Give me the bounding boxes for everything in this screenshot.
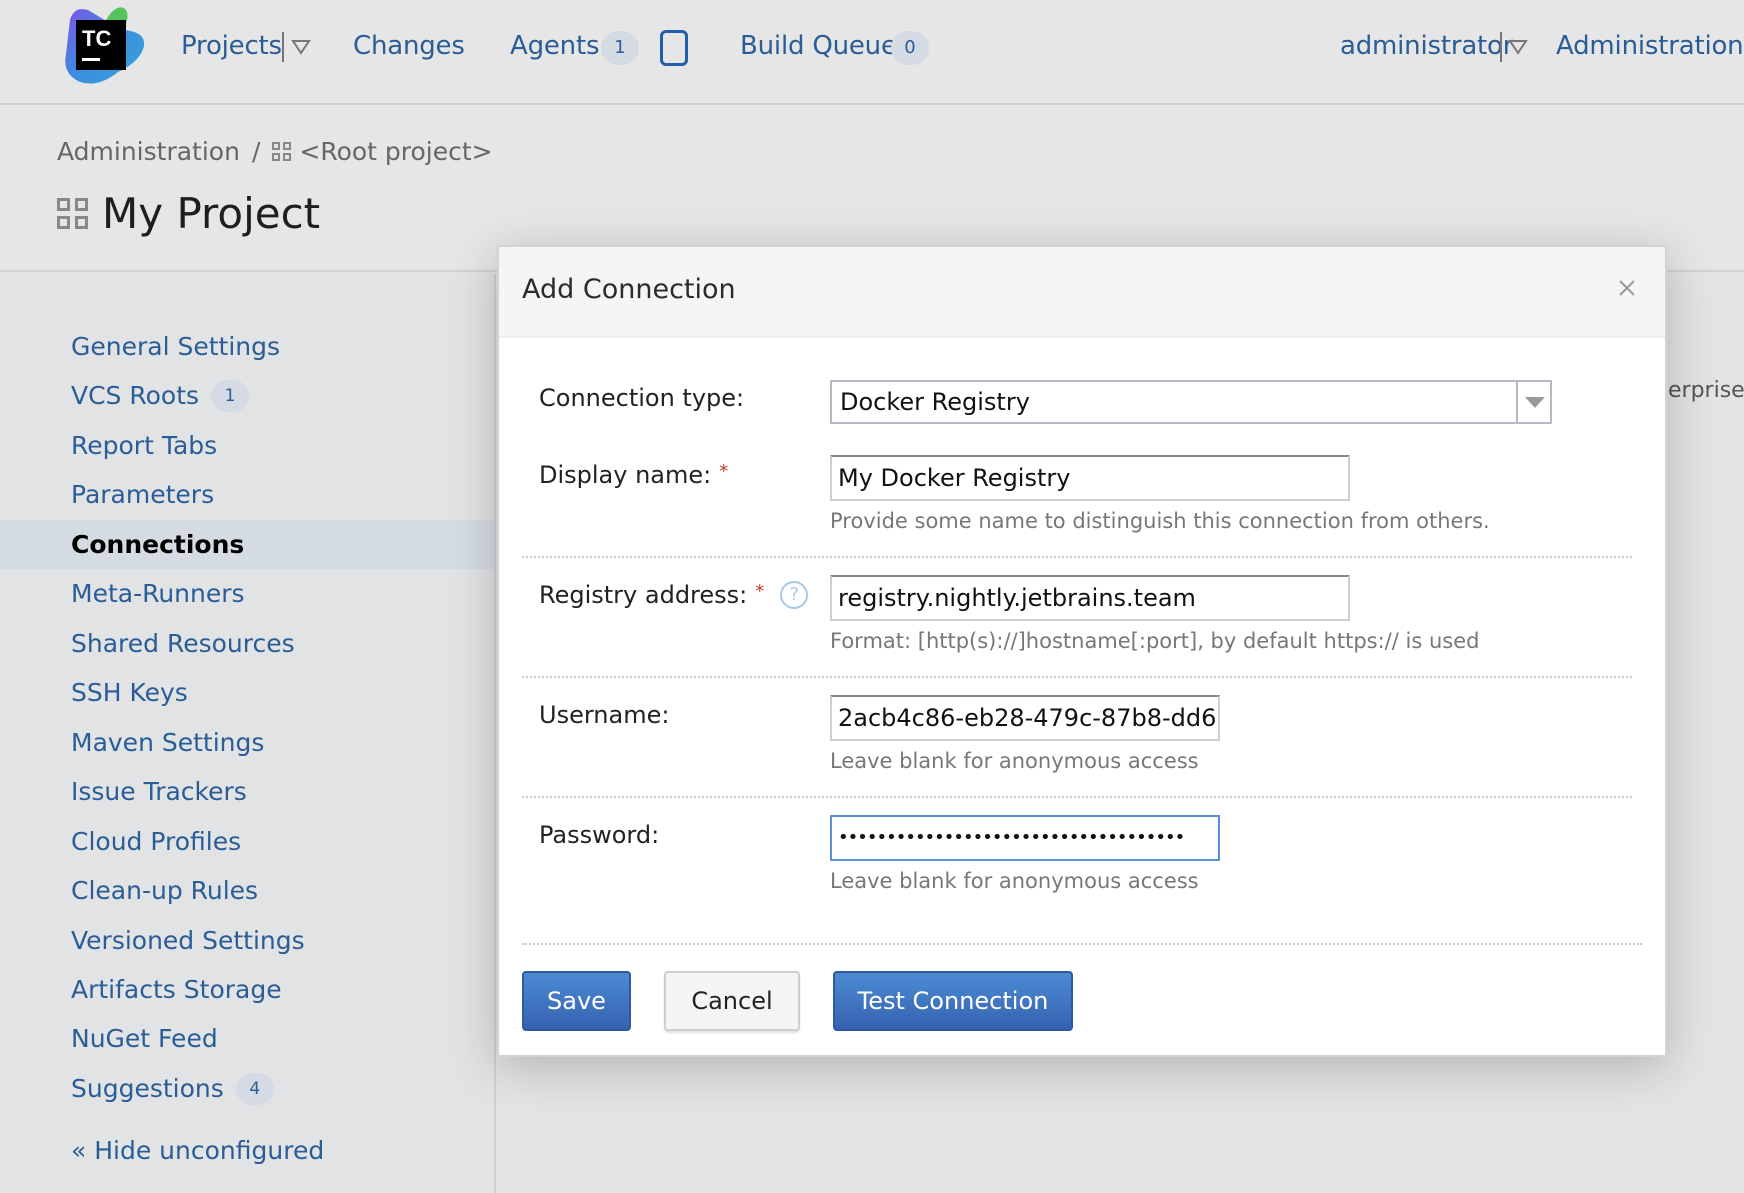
project-icon [272,142,292,161]
sidebar-item-artifacts-storage[interactable]: Artifacts Storage [0,965,494,1014]
nav-build-queue[interactable]: Build Queue [740,31,897,61]
teamcity-logo[interactable]: TC [58,2,145,88]
nav-agents[interactable]: Agents [510,31,600,61]
dialog-title: Add Connection [522,274,736,305]
background-page-text: erprise, [1668,378,1744,403]
label-text: Connection type: [539,384,745,412]
hide-unconfigured-label: « Hide unconfigured [71,1136,325,1165]
display-name-label: Display name: * [539,460,729,490]
sidebar-item-label: Report Tabs [71,431,218,460]
add-connection-dialog: Add Connection Connection type: Docker R… [497,245,1667,1057]
dialog-header: Add Connection [499,247,1665,338]
section-divider [522,676,1632,678]
sidebar-item-meta-runners[interactable]: Meta-Runners [0,569,494,618]
sidebar-item-suggestions[interactable]: Suggestions 4 [0,1064,494,1113]
nav-projects[interactable]: Projects [181,31,282,61]
section-divider [522,796,1632,798]
sidebar-item-label: Versioned Settings [71,926,305,955]
sidebar-item-label: Maven Settings [71,728,265,757]
hide-unconfigured-link[interactable]: « Hide unconfigured [0,1126,494,1175]
vcs-roots-count-badge: 1 [211,379,250,412]
password-hint: Leave blank for anonymous access [830,869,1199,893]
nav-separator [1500,32,1502,62]
section-divider [522,556,1632,558]
close-icon[interactable] [1616,277,1638,299]
project-icon [57,198,88,229]
display-name-hint: Provide some name to distinguish this co… [830,509,1490,533]
suggestions-count-badge: 4 [235,1072,274,1105]
sidebar-item-label: Artifacts Storage [71,975,282,1004]
sidebar-item-label: General Settings [71,332,281,361]
agent-status-icon[interactable] [660,30,688,66]
sidebar-item-ssh-keys[interactable]: SSH Keys [0,668,494,717]
chevron-down-icon [1525,397,1545,408]
password-label: Password: [539,821,659,849]
sidebar-item-general-settings[interactable]: General Settings [0,322,494,371]
nav-separator [282,32,284,62]
required-marker: * [755,580,765,602]
user-dropdown-icon[interactable] [1508,37,1528,57]
cancel-button[interactable]: Cancel [664,971,800,1031]
sidebar-item-label: NuGet Feed [71,1024,218,1053]
username-input[interactable]: 2acb4c86-eb28-479c-87b8-dd6b [830,695,1220,741]
label-text: Display name: [539,461,712,489]
sidebar-item-connections[interactable]: Connections [0,520,494,569]
required-marker: * [719,460,729,482]
section-divider [522,943,1642,945]
page-title-text: My Project [102,189,321,238]
test-connection-button[interactable]: Test Connection [833,971,1073,1031]
help-icon[interactable]: ? [780,581,809,609]
label-text: Registry address: [539,581,748,609]
sidebar-item-label: Shared Resources [71,629,295,658]
build-queue-count-badge: 0 [891,31,929,65]
breadcrumb-administration[interactable]: Administration [57,137,240,166]
sidebar-item-issue-trackers[interactable]: Issue Trackers [0,767,494,816]
nav-changes[interactable]: Changes [353,31,465,61]
registry-address-input[interactable]: registry.nightly.jetbrains.team [830,575,1350,621]
svg-text:TC: TC [82,26,111,51]
connection-type-label: Connection type: [539,384,744,412]
user-menu[interactable]: administrator [1340,31,1513,61]
sidebar: General Settings VCS Roots 1 Report Tabs … [0,274,496,1193]
save-button[interactable]: Save [522,971,631,1031]
registry-address-label: Registry address: * ? [539,580,809,609]
page-title: My Project [57,189,320,238]
sidebar-item-clean-up-rules[interactable]: Clean-up Rules [0,866,494,915]
label-text: Username: [539,701,670,729]
sidebar-item-vcs-roots[interactable]: VCS Roots 1 [0,371,494,420]
sidebar-item-shared-resources[interactable]: Shared Resources [0,619,494,668]
sidebar-item-nuget-feed[interactable]: NuGet Feed [0,1014,494,1063]
sidebar-item-label: Connections [71,530,245,559]
projects-dropdown-icon[interactable] [291,37,311,57]
display-name-input[interactable]: My Docker Registry [830,455,1350,501]
label-text: Password: [539,821,660,849]
sidebar-item-label: SSH Keys [71,678,188,707]
top-navigation-bar: TC Projects Changes Agents 1 Build Queue… [0,0,1744,105]
breadcrumb-separator: / [251,137,261,166]
sidebar-item-report-tabs[interactable]: Report Tabs [0,421,494,470]
registry-address-hint: Format: [http(s)://]hostname[:port], by … [830,629,1480,653]
sidebar-item-label: Parameters [71,480,215,509]
username-hint: Leave blank for anonymous access [830,749,1199,773]
password-input[interactable]: •••••••••••••••••••••••••••••••••••• [830,815,1220,861]
connection-type-value: Docker Registry [840,388,1030,416]
breadcrumb: Administration / <Root project> [57,137,493,166]
sidebar-item-label: Issue Trackers [71,777,247,806]
sidebar-item-label: Suggestions [71,1074,224,1103]
sidebar-item-versioned-settings[interactable]: Versioned Settings [0,916,494,965]
agents-count-badge: 1 [601,31,639,65]
teamcity-logo-icon: TC [65,7,145,84]
username-label: Username: [539,701,669,729]
sidebar-item-label: Meta-Runners [71,579,245,608]
sidebar-item-maven-settings[interactable]: Maven Settings [0,718,494,767]
sidebar-item-label: Cloud Profiles [71,827,242,856]
connection-type-select[interactable]: Docker Registry [830,380,1552,424]
dropdown-button[interactable] [1516,382,1550,422]
sidebar-item-parameters[interactable]: Parameters [0,470,494,519]
breadcrumb-root-project[interactable]: <Root project> [299,137,492,166]
sidebar-item-label: Clean-up Rules [71,876,259,905]
sidebar-item-label: VCS Roots [71,381,200,410]
sidebar-item-cloud-profiles[interactable]: Cloud Profiles [0,817,494,866]
nav-administration[interactable]: Administration [1556,31,1744,61]
